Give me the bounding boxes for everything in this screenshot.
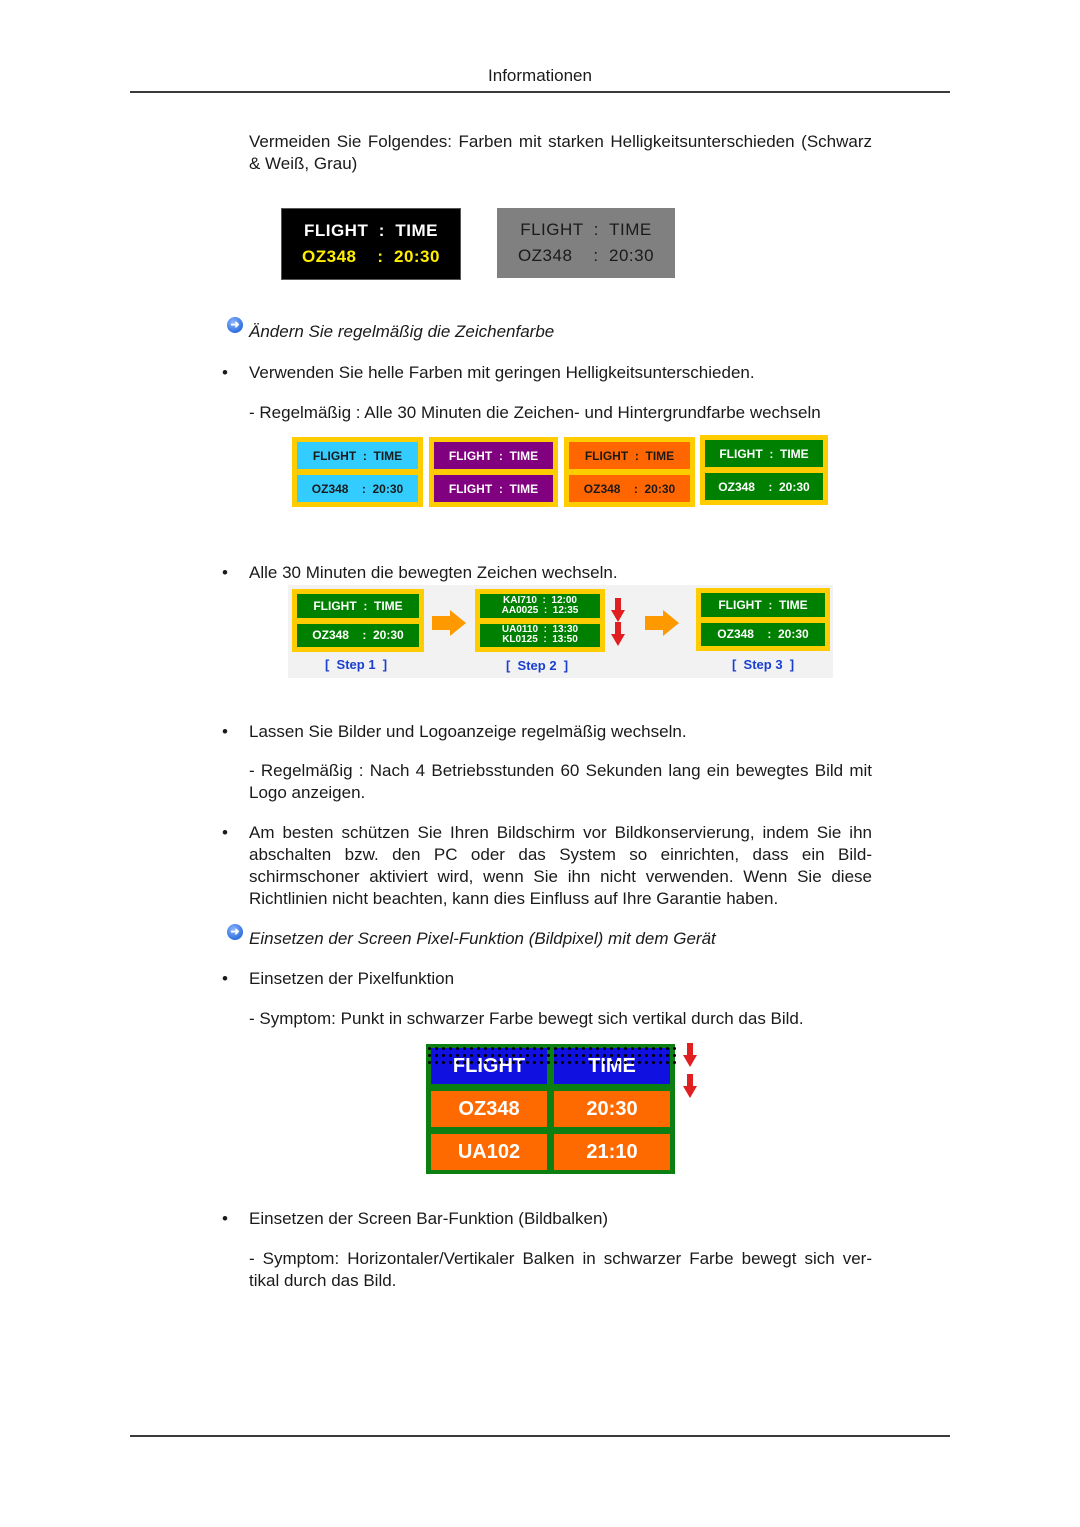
moving-pixel-dots — [426, 1047, 676, 1050]
board-cell-top: FLIGHT : TIME — [569, 442, 690, 469]
board-cell-top: FLIGHT : TIME — [297, 594, 419, 618]
bullet-marker: • — [222, 969, 228, 988]
sub-text: - Symptom: Horizontaler/Vertikaler Balke… — [249, 1249, 872, 1290]
board-cell: UA102 — [431, 1134, 547, 1170]
bullet-marker: • — [222, 563, 228, 582]
bullet-marker: • — [222, 1209, 228, 1228]
board-cell-bottom: OZ348 : 20:30 — [297, 475, 418, 502]
step-2-label: [ Step 2 ] — [506, 658, 569, 673]
board-line-2: OZ348 : 20:30 — [302, 247, 440, 266]
color-board-purple: FLIGHT : TIME FLIGHT : TIME — [429, 437, 558, 507]
sub-text: - Regelmäßig : Alle 30 Minuten die Zeich… — [249, 403, 821, 422]
arrow-right-circle-icon: ➜ — [227, 924, 243, 940]
contrast-example-gray: FLIGHT : TIME OZ348 : 20:30 — [497, 208, 675, 278]
intro-paragraph: Vermeiden Sie Folgendes: Farben mit star… — [249, 132, 872, 173]
color-board-orange: FLIGHT : TIME OZ348 : 20:30 — [564, 437, 695, 507]
board-cell-bottom: OZ348 : 20:30 — [701, 622, 825, 646]
board-cell-top: FLIGHT : TIME — [701, 593, 825, 617]
arrow-right-circle-icon: ➜ — [227, 317, 243, 333]
moving-pixel-dots — [426, 1054, 676, 1057]
page-header-title: Informationen — [488, 66, 592, 85]
board-cell: 20:30 — [554, 1091, 670, 1127]
bullet-text: Alle 30 Minuten die bewegten Zeichen wec… — [249, 563, 618, 582]
header-divider — [130, 91, 950, 93]
step-1-board: FLIGHT : TIME OZ348 : 20:30 — [292, 589, 424, 652]
board-cell-top: FLIGHT : TIME — [297, 442, 418, 469]
color-board-cyan: FLIGHT : TIME OZ348 : 20:30 — [292, 437, 423, 507]
bullet-text: Einsetzen der Pixelfunktion — [249, 969, 455, 988]
board-cell-bottom: UA0110 : 13:30 KL0125 : 13:50 — [480, 623, 600, 647]
sub-text: - Symptom: Punkt in schwarzer Farbe bewe… — [249, 1009, 804, 1028]
bullet-text: Lassen Sie Bilder und Logoanzeige regelm… — [249, 722, 687, 741]
board-line-2: OZ348 : 20:30 — [517, 246, 655, 265]
bullet-marker: • — [222, 823, 228, 842]
section-heading-change-color: Ändern Sie regelmäßig die Zeichenfarbe — [249, 322, 555, 341]
board-cell-bottom: OZ348 : 20:30 — [705, 473, 823, 500]
board-cell: 21:10 — [554, 1134, 670, 1170]
board-cell: OZ348 — [431, 1091, 547, 1127]
step-1-label: [ Step 1 ] — [325, 657, 388, 672]
step-3-label: [ Step 3 ] — [732, 657, 795, 672]
board-line-1: FLIGHT : TIME — [520, 220, 652, 239]
board-cell-top: FLIGHT : TIME — [434, 442, 553, 469]
footer-divider — [130, 1435, 950, 1437]
down-arrow-icon — [683, 1043, 697, 1069]
moving-pixel-dots — [426, 1061, 676, 1064]
board-line-1: FLIGHT : TIME — [303, 221, 439, 240]
board-cell-bottom: OZ348 : 20:30 — [569, 475, 690, 502]
color-board-green: FLIGHT : TIME OZ348 : 20:30 — [700, 435, 828, 505]
sub-text: - Regelmäßig : Nach 4 Betriebsstunden 60… — [249, 761, 872, 802]
bullet-text: Am besten schützen Sie Ihren Bildschirm … — [249, 823, 872, 908]
down-arrow-icon — [611, 598, 625, 624]
down-arrow-icon — [683, 1074, 697, 1100]
board-cell-bottom: OZ348 : 20:30 — [297, 623, 419, 647]
step-3-board: FLIGHT : TIME OZ348 : 20:30 — [696, 588, 830, 651]
board-cell-bottom: FLIGHT : TIME — [434, 475, 553, 502]
bullet-marker: • — [222, 722, 228, 741]
contrast-example-dark: FLIGHT : TIME OZ348 : 20:30 — [281, 208, 461, 280]
section-heading-pixel-function: Einsetzen der Screen Pixel-Funktion (Bil… — [249, 929, 716, 948]
bullet-text: Verwenden Sie helle Farben mit geringen … — [249, 363, 755, 382]
down-arrow-icon — [611, 622, 625, 648]
bullet-marker: • — [222, 363, 228, 382]
board-cell-top: FLIGHT : TIME — [705, 440, 823, 467]
step-2-board: KAI710 : 12:00 AA0025 : 12:35 UA0110 : 1… — [475, 589, 605, 652]
bullet-text: Einsetzen der Screen Bar-Funktion (Bildb… — [249, 1209, 609, 1228]
board-cell-top: KAI710 : 12:00 AA0025 : 12:35 — [480, 594, 600, 618]
